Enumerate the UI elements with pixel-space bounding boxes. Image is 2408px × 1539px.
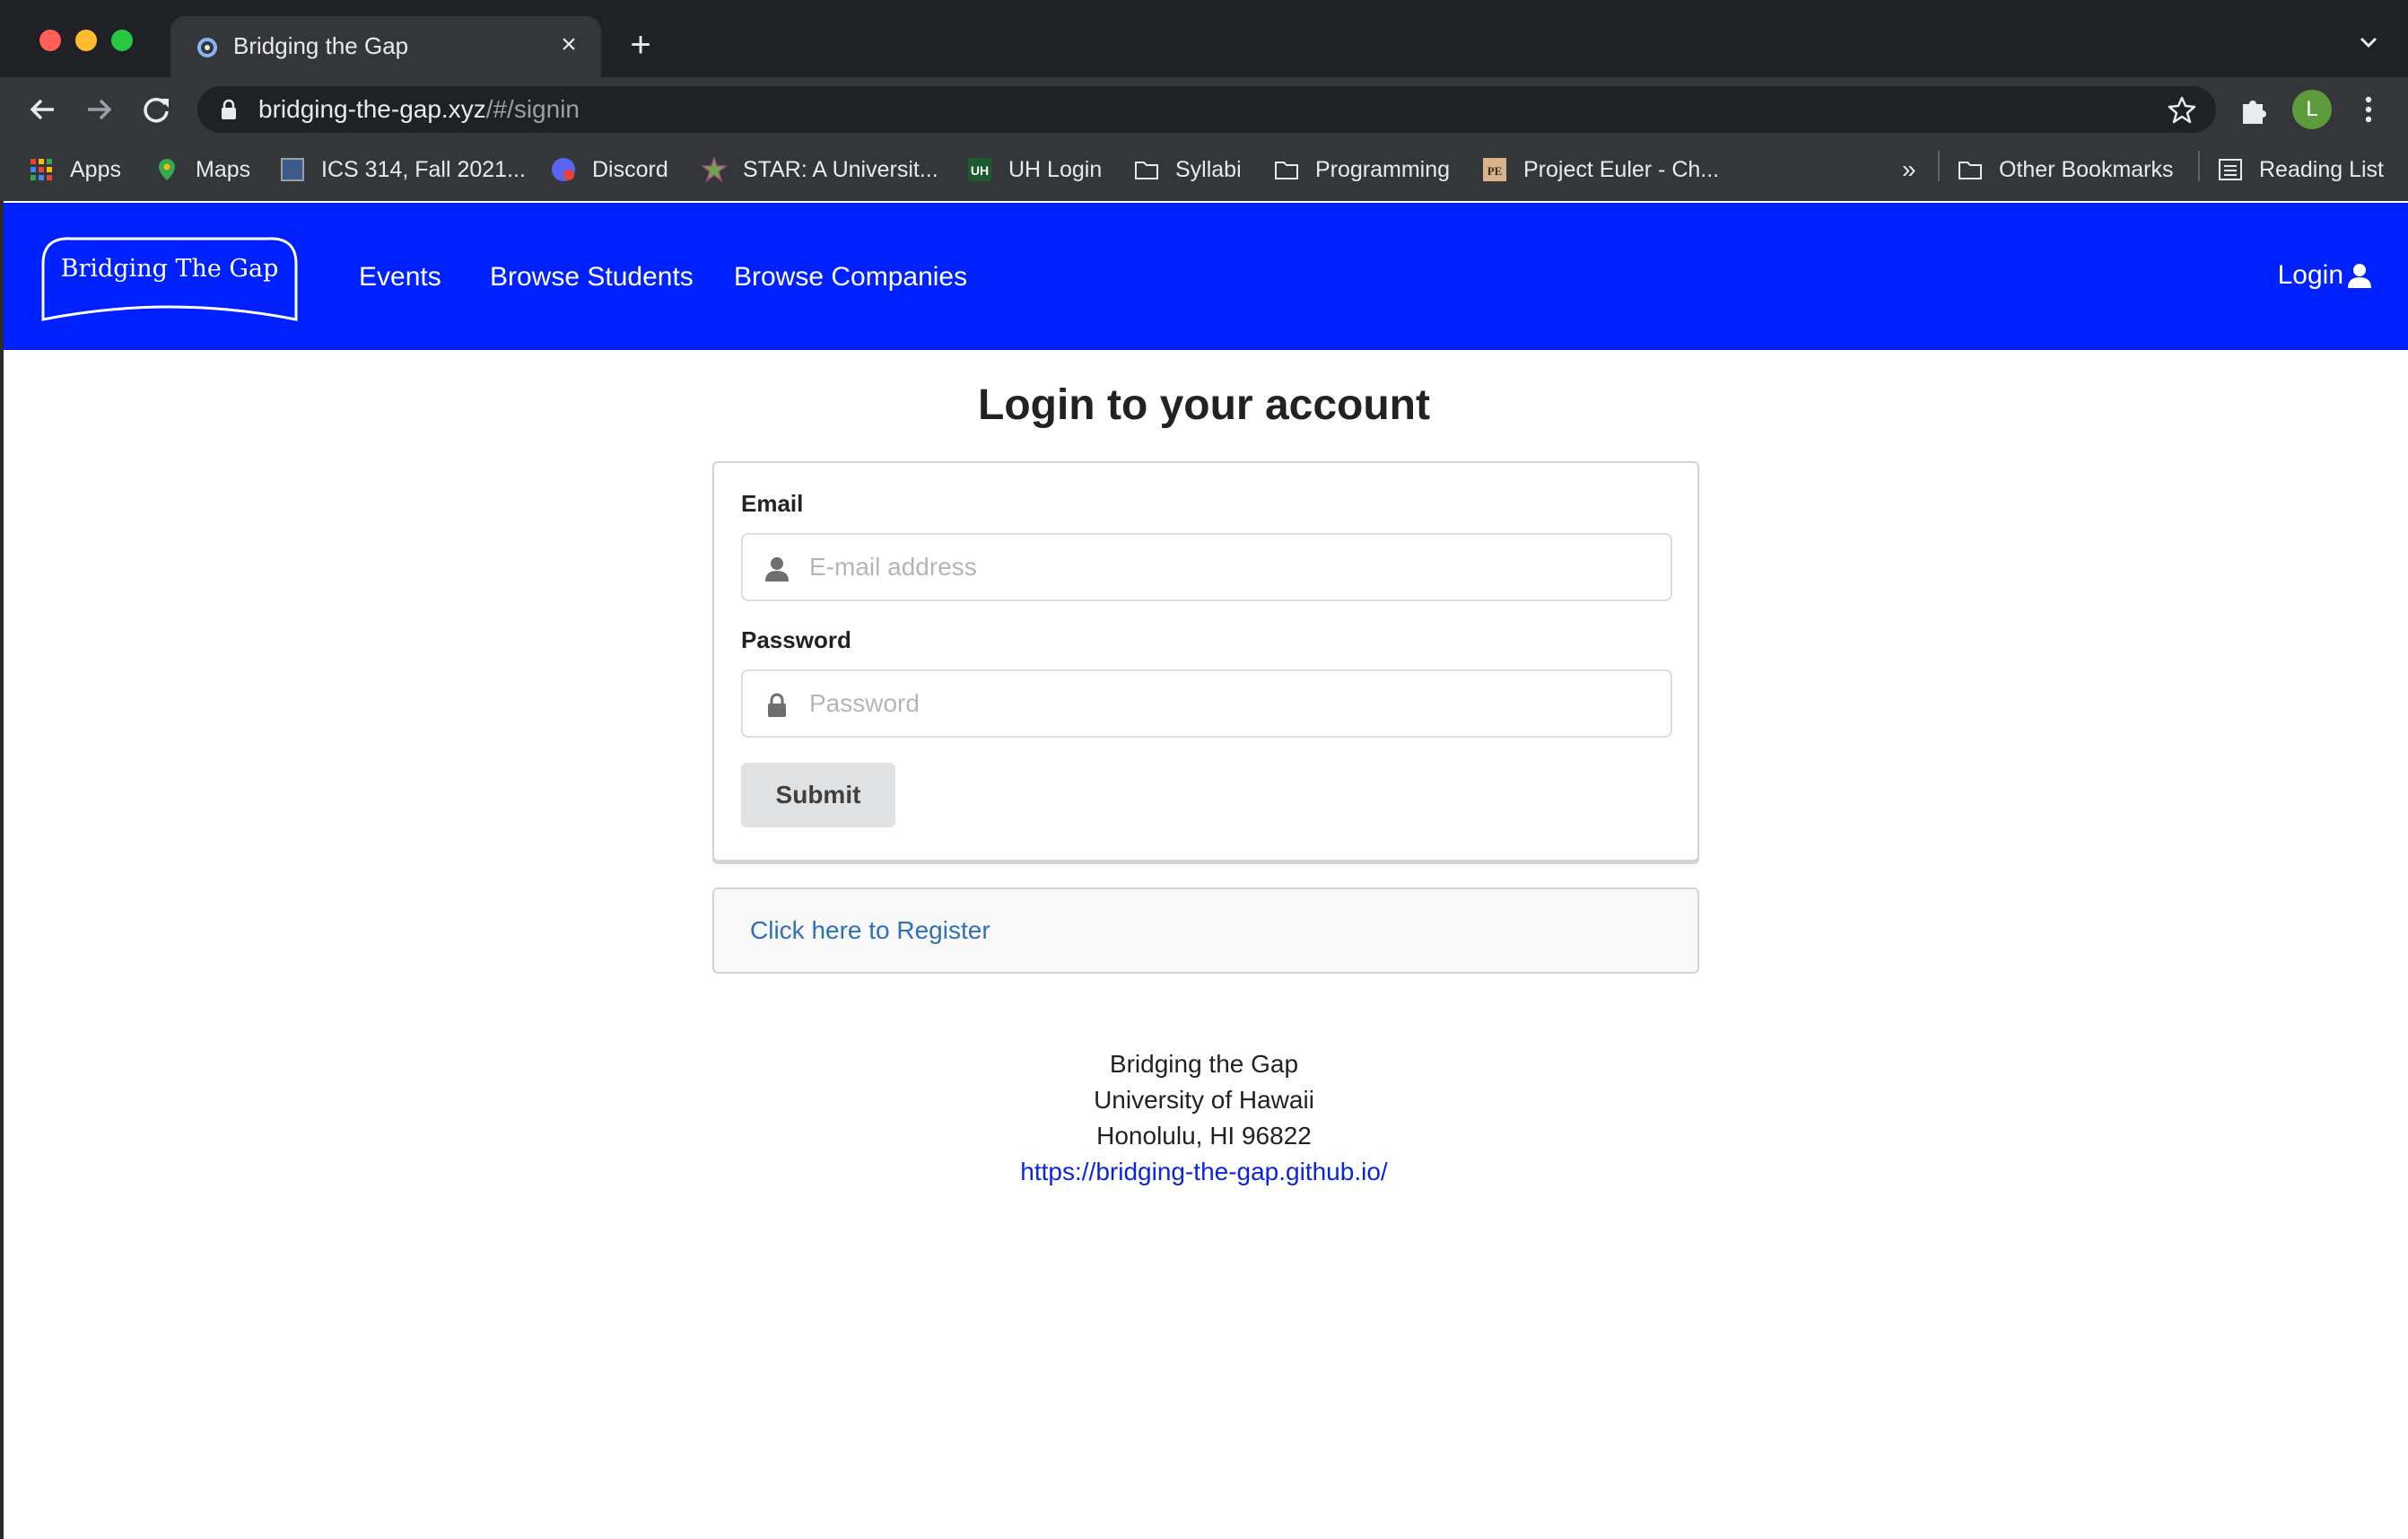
browser-menu-icon[interactable] xyxy=(2358,93,2379,126)
nav-browse-students[interactable]: Browse Students xyxy=(490,262,694,293)
register-link[interactable]: Click here to Register xyxy=(750,916,990,945)
bookmark-star[interactable]: STAR: A Universit... xyxy=(702,147,938,192)
nav-login[interactable]: Login xyxy=(2278,260,2372,291)
forward-arrow-icon[interactable] xyxy=(79,90,118,129)
footer-address: Honolulu, HI 96822 xyxy=(1096,1122,1312,1150)
euler-icon: PE xyxy=(1483,158,1506,181)
logo-text: Bridging The Gap xyxy=(61,255,279,283)
tab-search-chevron-icon[interactable] xyxy=(2356,32,2381,52)
bookmark-ics314[interactable]: ICS 314, Fall 2021... xyxy=(280,147,526,192)
footer-github-link[interactable]: https://bridging-the-gap.github.io/ xyxy=(1020,1158,1387,1185)
uh-icon: UH xyxy=(968,158,991,181)
nav-browse-companies[interactable]: Browse Companies xyxy=(734,262,967,293)
bookmark-syllabi-folder[interactable]: Syllabi xyxy=(1134,147,1242,192)
bookmarks-divider xyxy=(2198,151,2200,181)
tab-strip: Bridging the Gap × + xyxy=(0,0,2408,79)
user-icon xyxy=(765,557,789,581)
bookmark-apps[interactable]: Apps xyxy=(29,147,121,192)
password-input[interactable] xyxy=(809,671,1653,736)
new-tab-button[interactable]: + xyxy=(623,27,659,63)
password-label: Password xyxy=(741,626,851,653)
site-navbar: Bridging The Gap Events Browse Students … xyxy=(4,203,2408,350)
bookmark-project-euler[interactable]: PE Project Euler - Ch... xyxy=(1482,147,1719,192)
profile-avatar[interactable]: L xyxy=(2292,90,2332,129)
browser-chrome: Bridging the Gap × + bridging-the-gap.xy… xyxy=(0,0,2408,201)
bookmark-discord[interactable]: Discord xyxy=(551,147,668,192)
tab-title: Bridging the Gap xyxy=(233,32,409,59)
password-field[interactable] xyxy=(741,669,1672,738)
site-footer: Bridging the Gap University of Hawaii Ho… xyxy=(0,1046,2408,1190)
lock-icon xyxy=(768,693,786,717)
apps-grid-icon xyxy=(31,159,52,180)
footer-org-name: Bridging the Gap xyxy=(1109,1050,1299,1078)
bookmarks-overflow-button[interactable]: » xyxy=(1902,147,1916,192)
extensions-puzzle-icon[interactable] xyxy=(2238,93,2270,126)
discord-icon xyxy=(552,158,575,181)
bookmark-star-icon[interactable] xyxy=(2168,95,2196,124)
footer-university: University of Hawaii xyxy=(1094,1086,1314,1114)
submit-button[interactable]: Submit xyxy=(741,763,895,827)
folder-icon xyxy=(1135,162,1158,179)
login-label: Login xyxy=(2277,260,2343,290)
svg-text:UH: UH xyxy=(971,163,989,178)
url-text[interactable]: bridging-the-gap.xyz/#/signin xyxy=(258,95,580,124)
svg-text:PE: PE xyxy=(1488,164,1503,178)
login-form: Email Password Submit xyxy=(712,461,1699,861)
other-bookmarks-folder[interactable]: Other Bookmarks xyxy=(1958,147,2174,192)
browser-tab[interactable]: Bridging the Gap × xyxy=(170,16,601,79)
bookmark-uh-login[interactable]: UH UH Login xyxy=(967,147,1102,192)
minimize-window-button[interactable] xyxy=(75,30,97,51)
bookmarks-bar: Apps Maps ICS 314, Fall 2021... Discord xyxy=(0,147,2408,201)
page-icon xyxy=(281,158,304,181)
close-tab-icon[interactable]: × xyxy=(556,31,581,58)
close-window-button[interactable] xyxy=(39,30,61,51)
page-title: Login to your account xyxy=(978,381,1430,429)
email-field[interactable] xyxy=(741,533,1672,601)
email-input[interactable] xyxy=(809,535,1653,599)
reading-list-icon xyxy=(2219,159,2242,180)
bridging-the-gap-logo[interactable]: Bridging The Gap xyxy=(36,230,303,323)
reload-icon[interactable] xyxy=(136,90,176,129)
bookmark-maps[interactable]: Maps xyxy=(154,147,250,192)
bookmarks-divider xyxy=(1938,151,1940,181)
reading-list-button[interactable]: Reading List xyxy=(2218,147,2384,192)
address-bar[interactable]: bridging-the-gap.xyz/#/signin xyxy=(197,86,2216,133)
user-icon xyxy=(2348,264,2371,288)
register-message-box: Click here to Register xyxy=(712,888,1699,974)
back-arrow-icon[interactable] xyxy=(23,90,63,129)
maximize-window-button[interactable] xyxy=(111,30,133,51)
folder-icon xyxy=(1275,162,1298,179)
folder-icon xyxy=(1959,162,1982,179)
site-favicon-icon xyxy=(197,38,217,57)
bookmark-programming-folder[interactable]: Programming xyxy=(1274,147,1450,192)
star-logo-icon xyxy=(702,157,727,182)
email-label: Email xyxy=(741,490,804,517)
maps-pin-icon xyxy=(159,159,175,180)
nav-events[interactable]: Events xyxy=(359,262,441,293)
lock-icon[interactable] xyxy=(219,99,239,120)
